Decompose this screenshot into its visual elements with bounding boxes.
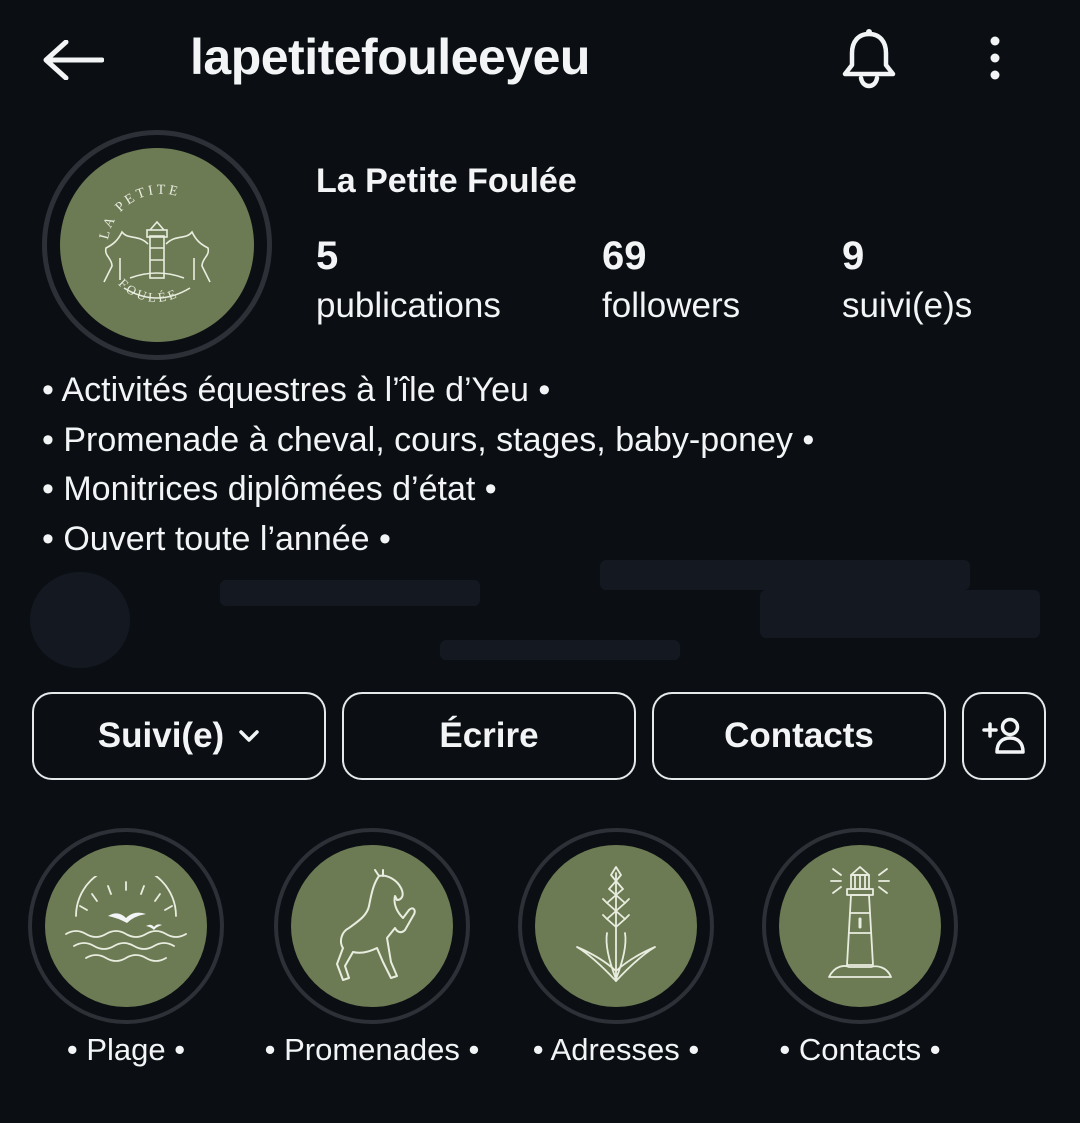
top-bar: lapetitefouleeyeu [0, 0, 1080, 118]
highlight-cover [535, 845, 697, 1007]
logo-text-bottom: FOULÉE [116, 276, 181, 306]
horse-icon [336, 869, 416, 981]
following-button[interactable]: Suivi(e) [32, 692, 326, 780]
message-button-label: Écrire [439, 716, 539, 755]
bio-line: • Ouvert toute l’année • [42, 519, 391, 558]
stat-following-count: 9 [842, 234, 865, 278]
message-button[interactable]: Écrire [342, 692, 636, 780]
back-button[interactable] [40, 32, 106, 88]
story-highlights: • Plage • • Promenades • • Adresses • • … [0, 828, 1080, 1088]
highlight-ring [274, 828, 470, 1024]
stat-publications-label: publications [316, 286, 501, 325]
following-button-label: Suivi(e) [97, 716, 225, 755]
bio-line: • Promenade à cheval, cours, stages, bab… [42, 420, 815, 459]
beach-icon [65, 876, 187, 962]
profile-avatar[interactable]: LA PETITE FOULÉE [42, 130, 272, 360]
stat-followers-label: followers [602, 286, 741, 325]
highlight-ring [518, 828, 714, 1024]
highlight-ring [762, 828, 958, 1024]
highlight-cover [45, 845, 207, 1007]
display-name: La Petite Foulée [316, 162, 577, 200]
highlight-cover [291, 845, 453, 1007]
lighthouse-icon [828, 866, 892, 978]
stat-publications-count: 5 [316, 234, 339, 278]
background-ghost-banner [30, 560, 1040, 668]
stat-followers-count: 69 [602, 234, 647, 278]
profile-actions: Suivi(e) Écrire Contacts [32, 692, 1048, 780]
bio-line: • Monitrices diplômées d’état • [42, 470, 497, 508]
highlight-label: • Contacts • [779, 1032, 941, 1067]
logo-text-top: LA PETITE [97, 183, 182, 241]
avatar-logo: LA PETITE FOULÉE [60, 148, 254, 342]
stat-followers[interactable]: 69 followers [602, 232, 740, 332]
add-user-icon [982, 717, 1025, 754]
more-vertical-icon [990, 36, 1000, 80]
more-options-button[interactable] [970, 30, 1020, 86]
arrow-left-icon [43, 40, 104, 80]
bio-line: • Activités équestres à l’île d’Yeu • [42, 371, 551, 409]
stat-following-label: suivi(e)s [842, 286, 973, 325]
suggest-users-button[interactable] [962, 692, 1046, 780]
stat-publications[interactable]: 5 publications [316, 232, 501, 332]
stat-following[interactable]: 9 suivi(e)s [842, 232, 972, 332]
profile-username: lapetitefouleeyeu [190, 29, 590, 85]
chevron-down-icon [239, 730, 259, 742]
contacts-button-label: Contacts [724, 716, 874, 755]
flower-icon [576, 866, 656, 982]
profile-bio: • Activités équestres à l’île d’Yeu • • … [42, 366, 1042, 564]
logo-emblem-icon: LA PETITE FOULÉE [97, 183, 211, 306]
notifications-button[interactable] [836, 26, 902, 92]
highlight-cover [779, 845, 941, 1007]
contacts-button[interactable]: Contacts [652, 692, 946, 780]
bell-icon [842, 29, 896, 89]
highlight-ring [28, 828, 224, 1024]
